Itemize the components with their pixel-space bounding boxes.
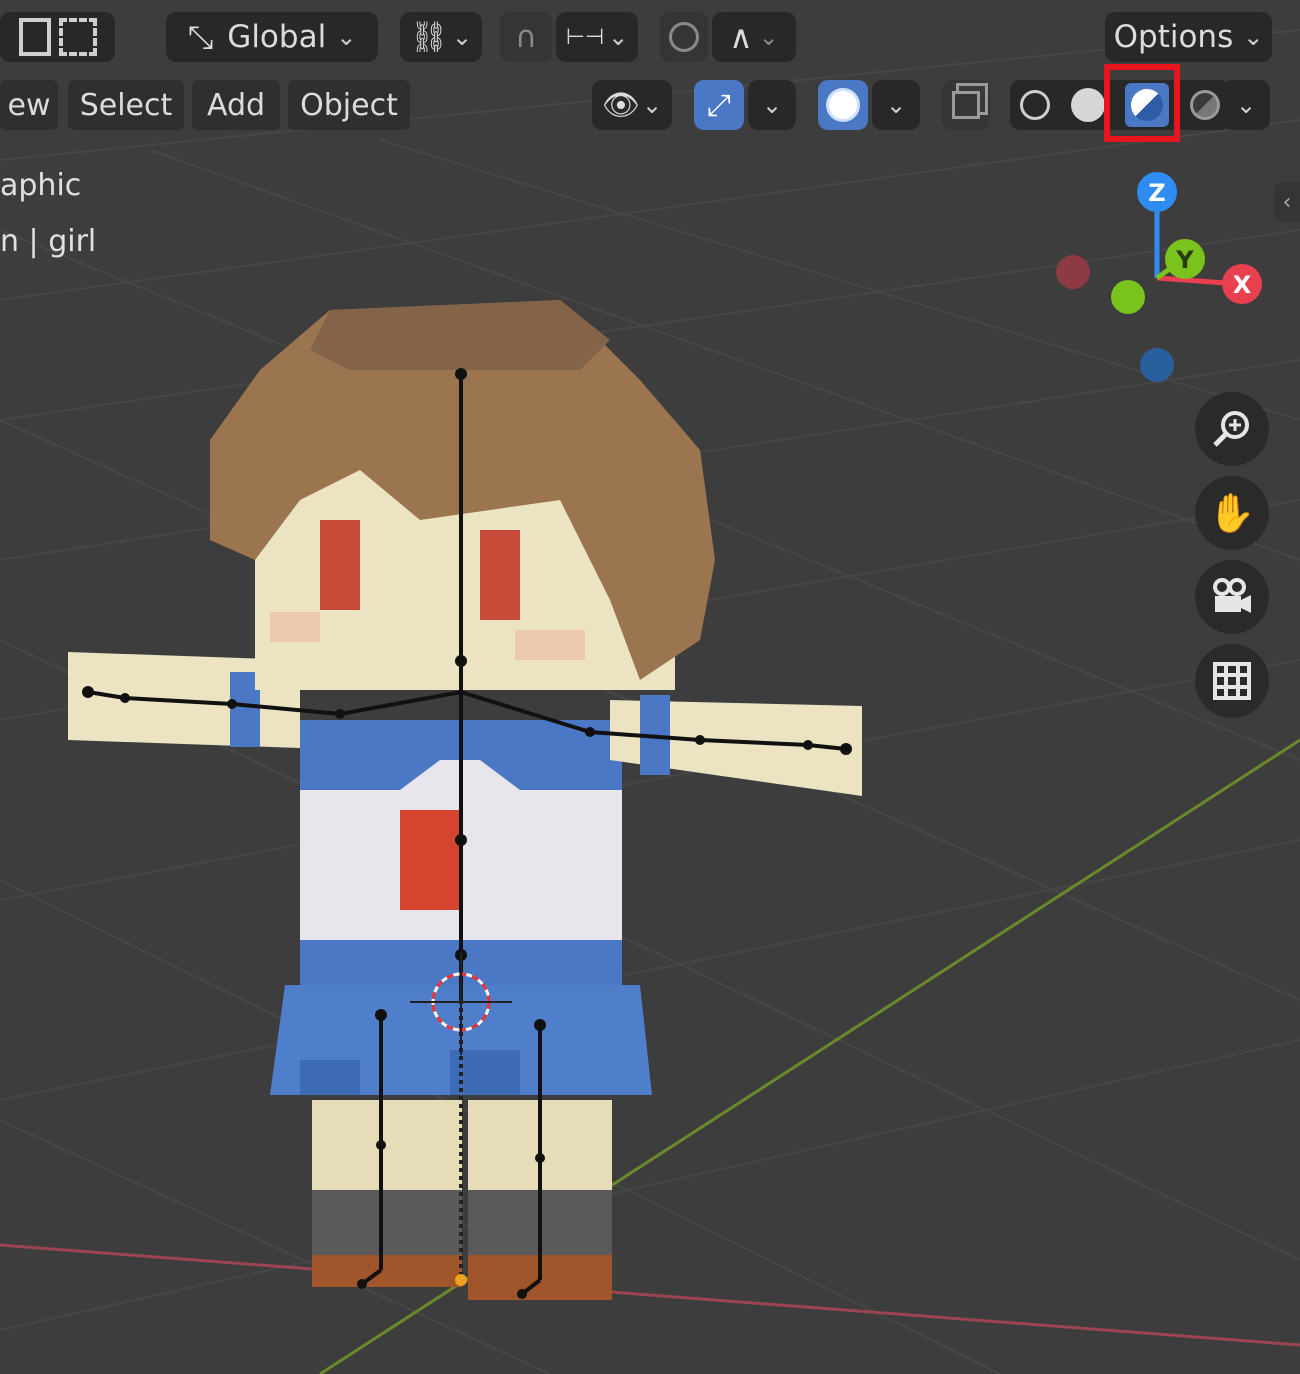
chevron-down-icon: ⌄: [1235, 91, 1257, 119]
options-label: Options: [1113, 19, 1234, 55]
options-dropdown[interactable]: Options ⌄: [1105, 12, 1272, 62]
y-axis-label: Y: [1175, 246, 1194, 274]
transform-orientation-label: Global: [227, 19, 327, 55]
xray-toggle[interactable]: [942, 80, 990, 130]
menu-select[interactable]: Select: [68, 80, 184, 130]
menu-object-label: Object: [300, 87, 398, 123]
menu-view[interactable]: ew: [0, 80, 58, 130]
x-axis-line: [0, 1243, 1300, 1347]
camera-icon: [1213, 578, 1251, 613]
snap-toggle[interactable]: ∩: [500, 12, 552, 62]
pan-button[interactable]: ✋: [1195, 476, 1269, 550]
grid-icon: [1213, 662, 1251, 700]
gizmo-icon: ⤢: [707, 87, 731, 123]
zoom-icon: [1213, 411, 1249, 447]
transform-orientation-dropdown[interactable]: ⤡ Global ⌄: [166, 12, 378, 62]
select-subtract-icon[interactable]: [58, 18, 97, 56]
neg-x-axis-icon[interactable]: [1056, 255, 1090, 289]
navigation-gizmo[interactable]: Z Y X: [1040, 160, 1280, 390]
eye-icon: 👁: [601, 87, 640, 123]
gizmo-dropdown[interactable]: ⌄: [748, 80, 796, 130]
neg-z-axis-icon[interactable]: [1140, 348, 1174, 382]
chevron-down-icon: ⌄: [451, 23, 473, 51]
proportional-editing-toggle[interactable]: [660, 12, 708, 62]
z-axis-label: Z: [1148, 179, 1165, 207]
menu-add[interactable]: Add: [192, 80, 280, 130]
menu-select-label: Select: [79, 87, 173, 123]
select-extend-icon[interactable]: [18, 18, 51, 56]
material-preview-highlight: [1104, 64, 1180, 142]
xray-icon: [952, 91, 980, 119]
camera-view-button[interactable]: [1195, 560, 1269, 634]
gizmo-toggle[interactable]: ⤢: [694, 80, 744, 130]
x-axis-label: X: [1233, 271, 1252, 299]
solid-shading-icon[interactable]: [1070, 88, 1105, 122]
pivot-point-dropdown[interactable]: ⛓ ⌄: [400, 12, 482, 62]
character-model[interactable]: [68, 300, 862, 1300]
zoom-button[interactable]: [1195, 392, 1269, 466]
proportional-falloff-dropdown[interactable]: ∧ ⌄: [712, 12, 796, 62]
view-mode-text: aphic: [0, 168, 82, 203]
chevron-down-icon: ⌄: [885, 91, 907, 119]
chevron-down-icon: ⌄: [1243, 23, 1264, 51]
snap-target-dropdown[interactable]: ⊢⊣ ⌄: [556, 12, 638, 62]
chevron-down-icon: ⌄: [641, 91, 663, 119]
3d-viewport[interactable]: ⤡ Global ⌄ ⛓ ⌄ ∩ ⊢⊣ ⌄ ∧ ⌄ Options ⌄ ew S…: [0, 0, 1300, 1374]
chevron-down-icon: ⌄: [758, 23, 779, 51]
select-mode-buttons[interactable]: [0, 12, 115, 62]
menu-object[interactable]: Object: [288, 80, 410, 130]
hand-icon: ✋: [1208, 490, 1256, 535]
wireframe-shading-icon[interactable]: [1020, 90, 1051, 120]
chevron-down-icon: ⌄: [336, 23, 357, 51]
collection-text: n | girl: [0, 224, 97, 259]
perspective-toggle-button[interactable]: [1195, 644, 1269, 718]
link-icon: ⛓: [409, 19, 448, 55]
chevron-down-icon: ⌄: [608, 23, 629, 51]
visibility-dropdown[interactable]: 👁 ⌄: [592, 80, 672, 130]
falloff-curve-icon: ∧: [729, 18, 753, 56]
overlays-icon: [826, 88, 860, 122]
neg-y-axis-icon[interactable]: [1111, 280, 1145, 314]
transform-axes-icon: ⤡: [187, 17, 214, 56]
menu-add-label: Add: [206, 87, 266, 123]
shading-dropdown[interactable]: ⌄: [1222, 80, 1270, 130]
rendered-shading-icon[interactable]: [1189, 90, 1220, 120]
snap-increment-icon: ⊢⊣: [565, 24, 605, 50]
overlays-dropdown[interactable]: ⌄: [872, 80, 920, 130]
chevron-down-icon: ⌄: [761, 91, 783, 119]
magnet-icon: ∩: [515, 19, 537, 55]
menu-view-label: ew: [7, 87, 51, 123]
proportional-edit-icon: [669, 22, 699, 52]
overlays-toggle[interactable]: [818, 80, 868, 130]
